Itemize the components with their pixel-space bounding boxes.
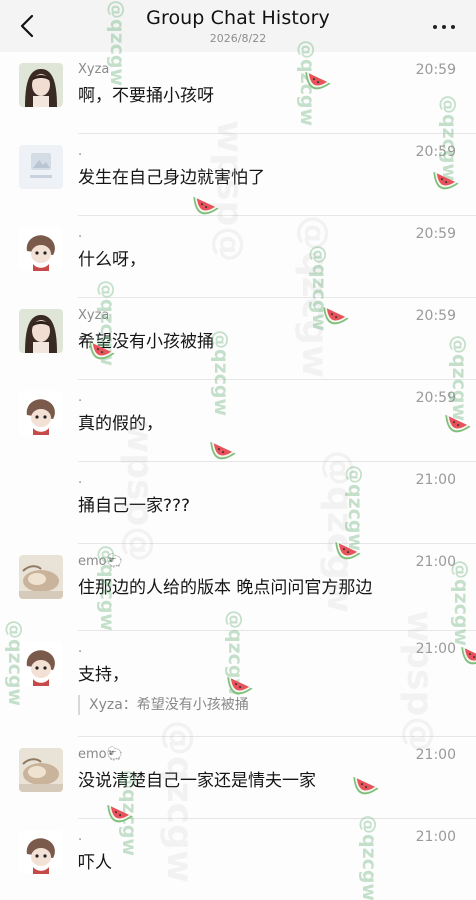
avatar-girl[interactable] bbox=[19, 309, 63, 353]
message-item[interactable]: . 21:00 吓人 bbox=[0, 819, 476, 900]
sender-name: emo🐑 bbox=[78, 554, 123, 569]
message-item[interactable]: . 21:00 支持， Xyza：希望没有小孩被捅 bbox=[0, 631, 476, 737]
message-text: 吓人 bbox=[78, 853, 112, 873]
avatar-cartoon[interactable] bbox=[19, 391, 63, 435]
avatar-girl[interactable] bbox=[19, 63, 63, 107]
history-date: 2026/8/22 bbox=[209, 32, 267, 45]
more-dots-icon bbox=[433, 25, 437, 29]
message-text: 支持， bbox=[78, 665, 129, 685]
message-time: 20:59 bbox=[415, 226, 456, 242]
message-time: 21:00 bbox=[415, 554, 456, 570]
message-text: 希望没有小孩被捅 bbox=[78, 332, 214, 352]
avatar-cat[interactable] bbox=[19, 555, 63, 599]
avatar-cartoon[interactable] bbox=[19, 227, 63, 271]
message-item[interactable]: Xyza 20:59 希望没有小孩被捅 bbox=[0, 298, 476, 380]
sender-name: . bbox=[78, 641, 83, 656]
sender-name: . bbox=[78, 226, 83, 241]
message-text: 真的假的， bbox=[78, 414, 163, 434]
sender-name: emo🐑 bbox=[78, 747, 123, 762]
header-bar: Group Chat History 2026/8/22 bbox=[0, 0, 476, 52]
sender-name: . bbox=[78, 829, 83, 844]
page-title: Group Chat History bbox=[146, 7, 330, 29]
chat-history-screen: Group Chat History 2026/8/22 Xyza 20:59 bbox=[0, 0, 476, 900]
message-text: 没说清楚自己一家还是情夫一家 bbox=[78, 771, 316, 791]
sender-name: . bbox=[78, 472, 83, 487]
message-text: 啊，不要捅小孩呀 bbox=[78, 86, 214, 106]
message-time: 21:00 bbox=[415, 747, 456, 763]
message-text: 什么呀， bbox=[78, 250, 146, 270]
message-list[interactable]: Xyza 20:59 啊，不要捅小孩呀 . 20:59 发生在自己身边就害怕了 bbox=[0, 52, 476, 900]
message-item[interactable]: emo🐑 21:00 没说清楚自己一家还是情夫一家 bbox=[0, 737, 476, 819]
message-time: 20:59 bbox=[415, 390, 456, 406]
message-item[interactable]: . 21:00 捅自己一家??? bbox=[0, 462, 476, 544]
message-item[interactable]: . 20:59 什么呀， bbox=[0, 216, 476, 298]
message-time: 20:59 bbox=[415, 308, 456, 324]
avatar-cartoon[interactable] bbox=[19, 830, 63, 874]
message-text: 住那边的人给的版本 晚点问问官方那边 bbox=[78, 578, 373, 598]
avatar-placeholder[interactable] bbox=[19, 145, 63, 189]
sender-name: . bbox=[78, 144, 83, 159]
avatar-cartoon[interactable] bbox=[19, 642, 63, 686]
message-time: 21:00 bbox=[415, 829, 456, 845]
message-time: 21:00 bbox=[415, 641, 456, 657]
more-button[interactable] bbox=[432, 16, 458, 36]
message-item[interactable]: emo🐑 21:00 住那边的人给的版本 晚点问问官方那边 bbox=[0, 544, 476, 631]
sender-name: . bbox=[78, 390, 83, 405]
message-item[interactable]: . 20:59 发生在自己身边就害怕了 bbox=[0, 134, 476, 216]
message-time: 20:59 bbox=[415, 144, 456, 160]
message-item[interactable]: Xyza 20:59 啊，不要捅小孩呀 bbox=[0, 52, 476, 134]
sender-name: Xyza bbox=[78, 62, 110, 77]
message-time: 21:00 bbox=[415, 472, 456, 488]
avatar-cat[interactable] bbox=[19, 748, 63, 792]
quoted-reply[interactable]: Xyza：希望没有小孩被捅 bbox=[78, 695, 458, 715]
message-text: 发生在自己身边就害怕了 bbox=[78, 168, 265, 188]
message-text: 捅自己一家??? bbox=[78, 496, 191, 516]
sender-name: Xyza bbox=[78, 308, 110, 323]
message-item[interactable]: . 20:59 真的假的， bbox=[0, 380, 476, 462]
message-time: 20:59 bbox=[415, 62, 456, 78]
